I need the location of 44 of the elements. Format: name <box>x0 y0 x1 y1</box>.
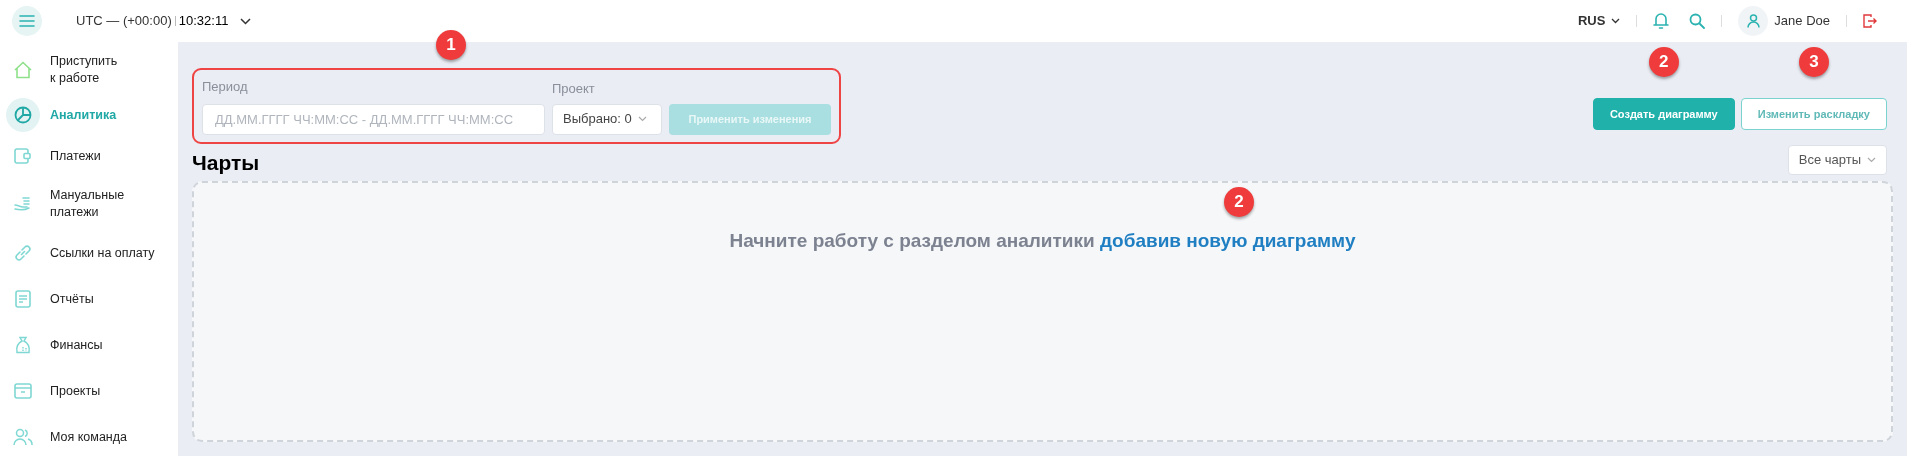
menu-button[interactable] <box>12 6 42 36</box>
archive-icon <box>14 383 32 399</box>
step-badge: 1 <box>436 30 466 60</box>
field-label: Проект <box>552 80 596 98</box>
chevron-down-icon <box>637 116 647 122</box>
wallet-icon <box>14 148 32 164</box>
avatar[interactable] <box>1738 6 1769 36</box>
step-badge: 2 <box>1648 47 1679 77</box>
document-icon <box>15 290 31 308</box>
time-dropdown[interactable]: 10:32:11 <box>178 11 252 31</box>
language-dropdown[interactable]: RUS <box>1577 11 1621 31</box>
sidebar-item[interactable]: Моя команда <box>6 414 170 456</box>
timezone-label: UTC — (+00:00) <box>76 12 172 31</box>
empty-state-message: Начните работу с разделом аналитики добавив новую диаграмму <box>729 228 1356 253</box>
user-icon <box>1746 14 1760 28</box>
house-icon <box>13 61 33 79</box>
chevron-down-icon <box>1611 18 1621 24</box>
users-icon <box>13 428 33 446</box>
field-label: Период <box>202 78 249 96</box>
logout-icon[interactable] <box>1863 14 1877 28</box>
step-badge: 3 <box>1798 47 1829 77</box>
sidebar-item[interactable]: Финансы <box>6 322 170 368</box>
sidebar-item[interactable]: Мануальные платежи <box>6 178 170 230</box>
sidebar-item[interactable]: Приступить к работе <box>6 44 170 96</box>
user-name[interactable]: Jane Doe <box>1774 11 1830 31</box>
menu-icon <box>19 15 35 27</box>
sidebar-item[interactable]: Ссылки на оплату <box>6 230 170 276</box>
step-badge: 2 <box>1224 186 1254 217</box>
section-title: Чарты <box>192 151 260 173</box>
sidebar-item[interactable]: Платежи <box>6 134 170 178</box>
pie-chart-icon <box>14 106 32 124</box>
search-icon[interactable] <box>1689 13 1706 29</box>
money-bag-icon <box>14 336 32 354</box>
hand-coins-icon <box>14 195 32 213</box>
period-input[interactable]: ДД.ММ.ГГГГ ЧЧ:ММ:СС - ДД.ММ.ГГГГ ЧЧ:ММ:СС <box>202 103 545 135</box>
project-dropdown[interactable]: Выбрано: 0 <box>552 103 662 135</box>
sidebar-item[interactable]: Отчёты <box>6 276 170 322</box>
chevron-down-icon <box>1867 156 1876 163</box>
add-chart-link[interactable]: добавив новую диаграмму <box>1100 229 1356 251</box>
bell-icon[interactable] <box>1653 12 1670 30</box>
charts-dropdown[interactable]: Все чарты <box>1787 144 1887 175</box>
chevron-down-icon <box>240 17 252 25</box>
link-icon <box>14 244 32 262</box>
sidebar-item[interactable]: Проекты <box>6 368 170 414</box>
